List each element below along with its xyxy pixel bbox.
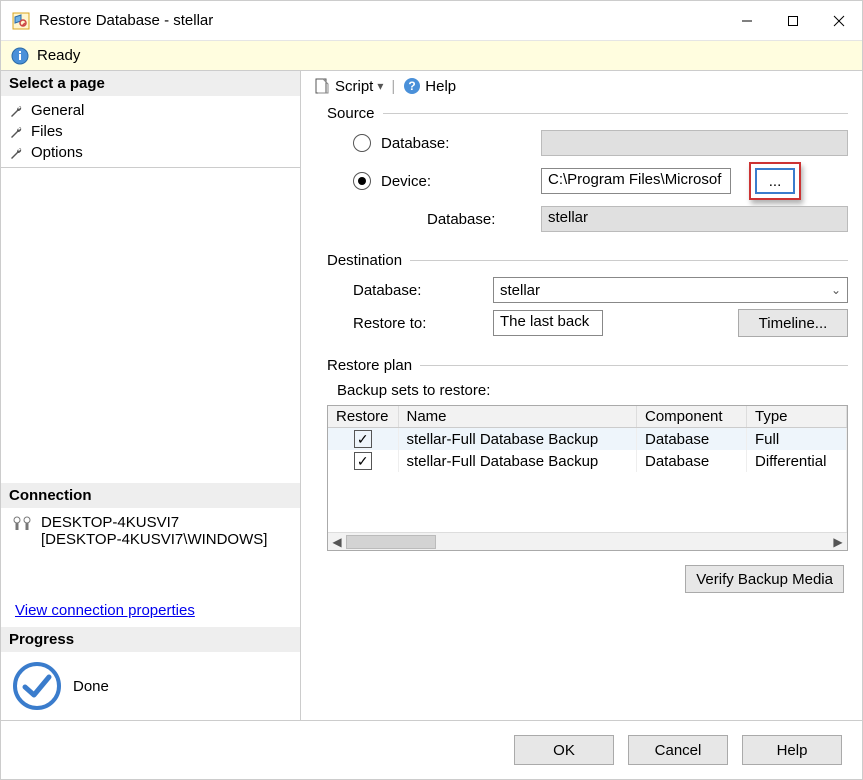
horizontal-scrollbar[interactable]: ◀ ▶ <box>328 532 847 550</box>
cell-type: Full <box>747 428 847 451</box>
destination-header: Destination <box>327 252 402 269</box>
maximize-button[interactable] <box>770 5 816 37</box>
cell-component: Database <box>637 450 747 472</box>
destination-group: Destination Database: stellar ⌄ Restore … <box>327 252 848 343</box>
view-connection-properties-link[interactable]: View connection properties <box>1 594 209 627</box>
col-type[interactable]: Type <box>747 406 847 428</box>
help-footer-label: Help <box>777 742 808 759</box>
status-text: Ready <box>37 47 80 64</box>
source-database-label: Database: <box>381 135 531 152</box>
connection-info: DESKTOP-4KUSVI7 [DESKTOP-4KUSVI7\WINDOWS… <box>1 508 300 554</box>
checkmark-circle-icon <box>11 660 63 712</box>
sidebar: Select a page General Files <box>1 71 301 720</box>
ellipsis-label: ... <box>769 173 782 190</box>
source-nested-database-combo[interactable]: stellar <box>541 206 848 232</box>
help-button[interactable]: ? Help <box>403 77 456 95</box>
cell-component: Database <box>637 428 747 451</box>
script-dropdown[interactable]: Script ▾ <box>313 77 383 95</box>
sidebar-item-general[interactable]: General <box>9 100 292 121</box>
sidebar-item-label: Files <box>31 123 63 140</box>
destination-database-value: stellar <box>500 282 540 299</box>
restore-checkbox[interactable]: ✓ <box>354 452 372 470</box>
cancel-label: Cancel <box>655 742 702 759</box>
destination-database-combo[interactable]: stellar ⌄ <box>493 277 848 303</box>
app-icon <box>11 11 31 31</box>
restore-to-value: The last back <box>493 310 603 336</box>
table-header-row: Restore Name Component Type <box>328 406 847 428</box>
help-footer-button[interactable]: Help <box>742 735 842 765</box>
source-device-radio[interactable] <box>353 172 371 190</box>
cell-type: Differential <box>747 450 847 472</box>
source-group: Source Database: Device: C:\Program File… <box>327 105 848 238</box>
sidebar-item-options[interactable]: Options <box>9 142 292 163</box>
source-device-label: Device: <box>381 173 531 190</box>
titlebar: Restore Database - stellar <box>1 1 862 41</box>
status-bar: Ready <box>1 41 862 71</box>
sidebar-item-files[interactable]: Files <box>9 121 292 142</box>
browse-highlight: ... <box>749 162 801 200</box>
col-component[interactable]: Component <box>637 406 747 428</box>
source-nested-database-label: Database: <box>427 211 531 228</box>
dialog-footer: OK Cancel Help <box>1 720 862 779</box>
cell-name: stellar-Full Database Backup <box>398 428 637 451</box>
toolbar-separator: | <box>391 78 395 95</box>
timeline-label: Timeline... <box>759 315 828 332</box>
cancel-button[interactable]: Cancel <box>628 735 728 765</box>
sidebar-header-connection: Connection <box>1 483 300 508</box>
content-pane: Script ▾ | ? Help Source <box>301 71 862 720</box>
scroll-thumb[interactable] <box>346 535 436 549</box>
help-label: Help <box>425 78 456 95</box>
sidebar-header-pages: Select a page <box>1 71 300 96</box>
table-row[interactable]: ✓ stellar-Full Database Backup Database … <box>328 428 847 451</box>
backup-sets-table: Restore Name Component Type ✓ stellar-Fu… <box>327 405 848 551</box>
script-label: Script <box>335 78 373 95</box>
source-device-path[interactable]: C:\Program Files\Microsof <box>541 168 731 194</box>
script-icon <box>313 77 331 95</box>
connection-server: DESKTOP-4KUSVI7 <box>41 514 267 531</box>
restore-plan-subheader: Backup sets to restore: <box>337 382 848 399</box>
ok-button[interactable]: OK <box>514 735 614 765</box>
source-header: Source <box>327 105 375 122</box>
cell-name: stellar-Full Database Backup <box>398 450 637 472</box>
verify-label: Verify Backup Media <box>696 571 833 588</box>
sidebar-header-progress: Progress <box>1 627 300 652</box>
destination-database-label: Database: <box>353 282 483 299</box>
close-button[interactable] <box>816 5 862 37</box>
info-icon <box>11 47 29 65</box>
content-toolbar: Script ▾ | ? Help <box>313 77 852 101</box>
server-icon <box>11 514 33 536</box>
help-icon: ? <box>403 77 421 95</box>
restore-to-label: Restore to: <box>353 315 483 332</box>
col-name[interactable]: Name <box>398 406 637 428</box>
source-database-radio[interactable] <box>353 134 371 152</box>
progress-label: Done <box>73 678 109 695</box>
ok-label: OK <box>553 742 575 759</box>
window-title: Restore Database - stellar <box>39 12 213 29</box>
svg-text:?: ? <box>409 79 416 93</box>
chevron-down-icon: ⌄ <box>831 283 841 297</box>
table-row[interactable]: ✓ stellar-Full Database Backup Database … <box>328 450 847 472</box>
restore-database-window: Restore Database - stellar Ready Select <box>0 0 863 780</box>
source-nested-database-value: stellar <box>548 209 588 226</box>
minimize-button[interactable] <box>724 5 770 37</box>
restore-checkbox[interactable]: ✓ <box>354 430 372 448</box>
wrench-icon <box>9 103 25 119</box>
wrench-icon <box>9 145 25 161</box>
browse-device-button[interactable]: ... <box>755 168 795 194</box>
col-restore[interactable]: Restore <box>328 406 398 428</box>
sidebar-item-label: Options <box>31 144 83 161</box>
source-database-combo <box>541 130 848 156</box>
scroll-right-arrow[interactable]: ▶ <box>829 535 847 549</box>
progress-status: Done <box>1 652 300 720</box>
sidebar-item-label: General <box>31 102 84 119</box>
restore-plan-header: Restore plan <box>327 357 412 374</box>
table-empty-row <box>328 472 847 532</box>
wrench-icon <box>9 124 25 140</box>
scroll-left-arrow[interactable]: ◀ <box>328 535 346 549</box>
verify-backup-media-button[interactable]: Verify Backup Media <box>685 565 844 593</box>
connection-auth: [DESKTOP-4KUSVI7\WINDOWS] <box>41 531 267 548</box>
restore-plan-group: Restore plan Backup sets to restore: Res… <box>327 357 848 601</box>
timeline-button[interactable]: Timeline... <box>738 309 848 337</box>
chevron-down-icon: ▾ <box>377 79 383 93</box>
